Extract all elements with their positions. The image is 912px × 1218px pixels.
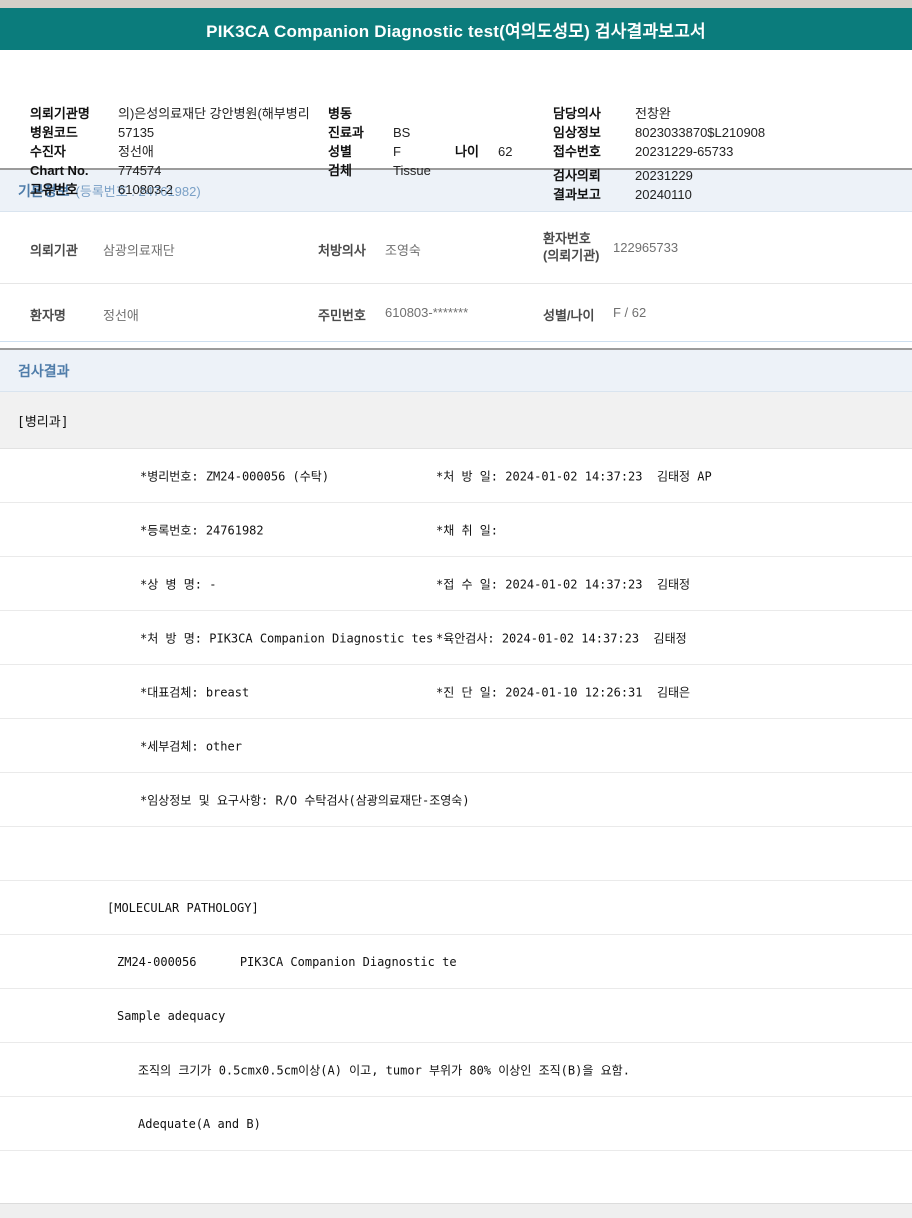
examinee-label: 수진자 [30, 144, 66, 159]
test-id-text: ZM24-000056 PIK3CA Companion Diagnostic … [117, 955, 457, 969]
main-specimen-text: *대표검체: breast [140, 683, 249, 700]
gross-exam-date-text: *육안검사: 2024-01-02 14:37:23 김태정 [436, 629, 687, 646]
result-row-clinical-request: *임상정보 및 요구사항: R/O 수탁검사(삼광의료재단-조영숙) [0, 773, 912, 827]
result-row-diagnosis-name: *상 병 명: - *접 수 일: 2024-01-02 14:37:23 김태… [0, 557, 912, 611]
doctor-value: 전창완 [635, 106, 671, 121]
receipt-date-text: *접 수 일: 2024-01-02 14:37:23 김태정 [436, 575, 690, 592]
receipt-no-value: 20231229-65733 [635, 144, 733, 159]
adequacy-result-text: Adequate(A and B) [138, 1117, 261, 1131]
patient-name-label: 환자명 [30, 305, 66, 324]
chart-no-value: 774574 [118, 163, 161, 178]
patient-no-label-line2: (의뢰기관) [543, 248, 600, 263]
referring-org-label: 의뢰기관 [30, 240, 78, 259]
ward-label: 병동 [328, 106, 352, 121]
pathology-no-text: *병리번호: ZM24-000056 (수탁) [140, 467, 329, 484]
dept-pathology-row: [병리과] [0, 392, 912, 449]
prescriber-label: 처방의사 [318, 240, 366, 259]
diagnosis-date-text: *진 단 일: 2024-01-10 12:26:31 김태은 [436, 683, 690, 700]
rrn-label: 주민번호 [318, 305, 366, 324]
receipt-no-label: 접수번호 [553, 144, 601, 159]
prescription-name-text: *처 방 명: PIK3CA Companion Diagnostic test… [140, 629, 432, 646]
doctor-label: 담당의사 [553, 106, 601, 121]
prescribe-date-text: *처 방 일: 2024-01-02 14:37:23 김태정 AP [436, 467, 712, 484]
age-value: 62 [498, 144, 512, 159]
patient-no-label: 환자번호 (의뢰기관) [543, 230, 600, 264]
sample-adequacy-text: Sample adequacy [117, 1009, 225, 1023]
diagnosis-name-text: *상 병 명: - [140, 575, 216, 592]
test-result-title: 검사결과 [18, 361, 70, 381]
patient-name-value: 정선애 [103, 305, 139, 324]
result-row-adequacy-criteria: 조직의 크기가 0.5cmx0.5cm이상(A) 이고, tumor 부위가 8… [0, 1043, 912, 1097]
report-page: PIK3CA Companion Diagnostic test(여의도성모) … [0, 0, 912, 1218]
prescriber-value: 조영숙 [385, 240, 421, 259]
molecular-pathology-header-text: [MOLECULAR PATHOLOGY] [107, 901, 259, 915]
footer-strip [0, 1203, 912, 1218]
registration-no-text: *등록번호: 24761982 [140, 521, 264, 538]
sex-value: F [393, 144, 401, 159]
hospital-code-value: 57135 [118, 125, 154, 140]
patient-no-label-line1: 환자번호 [543, 231, 591, 246]
result-row-adequacy-result: Adequate(A and B) [0, 1097, 912, 1151]
result-row-pathology-no: *병리번호: ZM24-000056 (수탁) *처 방 일: 2024-01-… [0, 449, 912, 503]
result-report-label: 결과보고 [553, 187, 601, 202]
clinical-info-value: 8023033870$L210908 [635, 125, 765, 140]
result-rows: *병리번호: ZM24-000056 (수탁) *처 방 일: 2024-01-… [0, 449, 912, 1151]
age-label: 나이 [455, 144, 479, 159]
patient-info-row: 환자명 정선애 주민번호 610803-******* 성별/나이 F / 62 [0, 284, 912, 342]
clinical-request-text: *임상정보 및 요구사항: R/O 수탁검사(삼광의료재단-조영숙) [140, 791, 470, 808]
sex-age-label: 성별/나이 [543, 305, 594, 324]
patient-no-value: 122965733 [613, 240, 678, 255]
dept-label: 진료과 [328, 125, 364, 140]
dept-pathology-label: [병리과] [17, 411, 69, 430]
referring-org-value: 삼광의료재단 [103, 240, 175, 259]
result-row-empty [0, 827, 912, 881]
result-row-molecular-pathology-header: [MOLECULAR PATHOLOGY] [0, 881, 912, 935]
chart-no-label: Chart No. [30, 163, 89, 178]
unique-no-label: 고유번호 [30, 182, 78, 197]
report-title: PIK3CA Companion Diagnostic test(여의도성모) … [206, 17, 706, 42]
result-report-value: 20240110 [635, 187, 692, 202]
examinee-value: 정선애 [118, 144, 154, 159]
window-top-strip [0, 0, 912, 8]
dept-value: BS [393, 125, 410, 140]
result-row-sub-specimen: *세부검체: other [0, 719, 912, 773]
specimen-value: Tissue [393, 163, 431, 178]
sex-age-value: F / 62 [613, 305, 646, 320]
specimen-label: 검체 [328, 163, 352, 178]
result-row-registration-no: *등록번호: 24761982 *채 취 일: [0, 503, 912, 557]
result-row-main-specimen: *대표검체: breast *진 단 일: 2024-01-10 12:26:3… [0, 665, 912, 719]
test-result-section-header: 검사결과 [0, 348, 912, 392]
unique-no-value: 610803-2 [118, 182, 173, 197]
adequacy-criteria-text: 조직의 크기가 0.5cmx0.5cm이상(A) 이고, tumor 부위가 8… [138, 1061, 630, 1078]
patient-info-table: 의뢰기관 삼광의료재단 처방의사 조영숙 환자번호 (의뢰기관) 12296573… [0, 212, 912, 348]
collection-date-text: *채 취 일: [436, 521, 498, 538]
test-request-value: 20231229 [635, 168, 693, 183]
patient-info-row: 의뢰기관 삼광의료재단 처방의사 조영숙 환자번호 (의뢰기관) 12296573… [0, 212, 912, 284]
clinical-info-label: 임상정보 [553, 125, 601, 140]
rrn-value: 610803-******* [385, 305, 468, 320]
sub-specimen-text: *세부검체: other [140, 737, 242, 754]
result-row-prescription-name: *처 방 명: PIK3CA Companion Diagnostic test… [0, 611, 912, 665]
result-row-sample-adequacy: Sample adequacy [0, 989, 912, 1043]
org-name-label: 의뢰기관명 [30, 106, 90, 121]
sex-label: 성별 [328, 144, 352, 159]
org-name-value: 의)은성의료재단 강안병원(해부병리 [118, 106, 310, 121]
hospital-code-label: 병원코드 [30, 125, 78, 140]
report-header-info: 의뢰기관명 의)은성의료재단 강안병원(해부병리 병동 담당의사 전창완 병원코… [0, 50, 912, 168]
test-request-label: 검사의뢰 [553, 168, 601, 183]
result-row-test-id: ZM24-000056 PIK3CA Companion Diagnostic … [0, 935, 912, 989]
report-title-bar: PIK3CA Companion Diagnostic test(여의도성모) … [0, 8, 912, 50]
